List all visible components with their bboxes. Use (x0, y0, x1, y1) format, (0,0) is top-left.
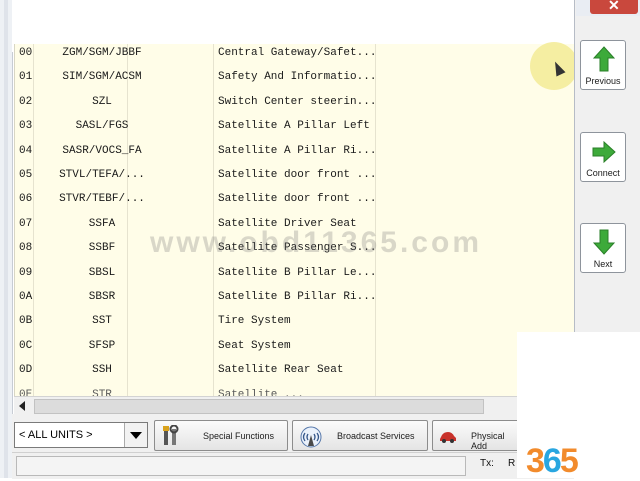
module-abbreviation: SBSL (88, 266, 116, 279)
close-window-button[interactable]: ✕ (590, 0, 638, 14)
module-description: Tire System (218, 315, 291, 328)
chevron-down-icon[interactable] (124, 423, 147, 447)
previous-button[interactable]: Previous (580, 40, 626, 90)
module-id: 09 (19, 266, 33, 279)
module-row[interactable]: 09 SBSL Satellite B Pillar Le... (15, 261, 545, 285)
module-description: Satellite A Pillar Ri... (218, 144, 377, 157)
next-button[interactable]: Next (580, 223, 626, 273)
green-up-arrow-icon (593, 46, 615, 72)
physical-addressing-label: Physical Add (471, 431, 505, 451)
connect-label: Connect (586, 168, 620, 178)
green-down-arrow-icon (593, 229, 615, 255)
module-id: 07 (19, 217, 33, 230)
module-description: Satellite B Pillar Ri... (218, 291, 377, 303)
rx-label: R (508, 458, 516, 469)
special-functions-label: Special Functions (203, 431, 275, 441)
module-description: Central Gateway/Safet... (218, 47, 377, 59)
special-functions-button[interactable]: Special Functions (154, 420, 288, 451)
status-bar: Tx: R (12, 452, 574, 479)
broadcast-antenna-icon (300, 426, 322, 448)
module-row[interactable]: 0A SBSR Satellite B Pillar Ri... (15, 285, 545, 309)
broadcast-services-button[interactable]: Broadcast Services (292, 420, 428, 451)
module-abbreviation: STVL/TEFA/... (59, 169, 145, 181)
tx-label: Tx: (480, 458, 494, 469)
window-controls: ✕ (576, 0, 640, 16)
module-id: 00 (19, 47, 33, 59)
module-abbreviation: STR (92, 388, 112, 396)
physical-addressing-button[interactable]: Physical Add (432, 420, 522, 451)
module-abbreviation: SASR/VOCS_FA (62, 144, 142, 157)
module-abbreviation: SSBF (88, 242, 116, 255)
module-row[interactable]: 0B SST Tire System (15, 309, 545, 333)
module-row[interactable]: 06 STVR/TEBF/... Satellite door front ... (15, 187, 545, 211)
module-row[interactable]: 0D SSH Satellite Rear Seat (15, 358, 545, 382)
module-row[interactable]: 02 SZL Switch Center steerin... (15, 90, 545, 114)
module-description: Satellite Rear Seat (218, 364, 344, 377)
module-row[interactable]: 0E STR Satellite ... (15, 383, 545, 396)
module-description: Seat System (218, 339, 291, 352)
scroll-thumb[interactable] (34, 399, 484, 414)
units-dropdown-value: < ALL UNITS > (19, 429, 93, 441)
car-icon (440, 432, 456, 443)
window-left-edge (0, 0, 13, 478)
module-id: 01 (19, 71, 33, 84)
next-label: Next (593, 259, 613, 269)
module-id: 06 (19, 193, 33, 206)
module-abbreviation: SASL/FGS (75, 120, 129, 133)
module-abbreviation: SST (92, 315, 112, 328)
units-dropdown[interactable]: < ALL UNITS > (14, 422, 148, 448)
module-description: Safety And Informatio... (218, 71, 377, 84)
module-id: 0B (19, 315, 33, 328)
close-icon: ✕ (608, 0, 620, 13)
module-id: 05 (19, 169, 33, 181)
connect-button[interactable]: Connect (580, 132, 626, 182)
module-abbreviation: ZGM/SGM/JBBF (62, 47, 142, 59)
module-description: Satellite ... (218, 388, 304, 396)
module-description: Satellite door front ... (218, 193, 377, 206)
module-id: 03 (19, 120, 33, 133)
horizontal-scrollbar[interactable] (14, 396, 544, 415)
green-right-arrow-icon (592, 141, 616, 163)
module-id: 0E (19, 388, 33, 396)
module-abbreviation: SIM/SGM/ACSM (62, 71, 142, 84)
module-id: 08 (19, 242, 33, 255)
module-row[interactable]: 05 STVL/TEFA/... Satellite door front ... (15, 163, 545, 187)
module-abbreviation: SZL (92, 95, 112, 108)
module-id: 04 (19, 144, 33, 157)
module-abbreviation: SFSP (88, 339, 116, 352)
module-abbreviation: SSH (92, 364, 112, 377)
module-abbreviation: STVR/TEBF/... (59, 193, 145, 206)
module-id: 0D (19, 364, 33, 377)
scroll-left-icon[interactable] (19, 401, 25, 411)
module-description: Satellite A Pillar Left (218, 120, 370, 133)
module-row[interactable]: 00 ZGM/SGM/JBBF Central Gateway/Safet... (15, 44, 545, 65)
previous-label: Previous (585, 76, 621, 86)
site-logo: 365 (526, 442, 579, 480)
module-id: 02 (19, 95, 33, 108)
module-id: 0C (19, 339, 33, 352)
module-description: Switch Center steerin... (218, 95, 377, 108)
module-description: Satellite door front ... (218, 169, 377, 181)
wrench-screwdriver-icon (163, 425, 179, 445)
status-message-box (16, 456, 466, 476)
module-row[interactable]: 0C SFSP Seat System (15, 334, 545, 358)
module-abbreviation: SBSR (88, 291, 116, 303)
module-abbreviation: SSFA (88, 217, 116, 230)
module-id: 0A (19, 291, 33, 303)
module-row[interactable]: 04 SASR/VOCS_FA Satellite A Pillar Ri... (15, 139, 545, 163)
module-row[interactable]: 03 SASL/FGS Satellite A Pillar Left (15, 114, 545, 138)
broadcast-services-label: Broadcast Services (337, 431, 415, 441)
module-row[interactable]: 01 SIM/SGM/ACSM Safety And Informatio... (15, 65, 545, 89)
module-list[interactable]: 00 ZGM/SGM/JBBF Central Gateway/Safet... 01… (14, 44, 545, 396)
watermark: www.obd11365.com (150, 226, 482, 259)
module-description: Satellite B Pillar Le... (218, 266, 377, 279)
